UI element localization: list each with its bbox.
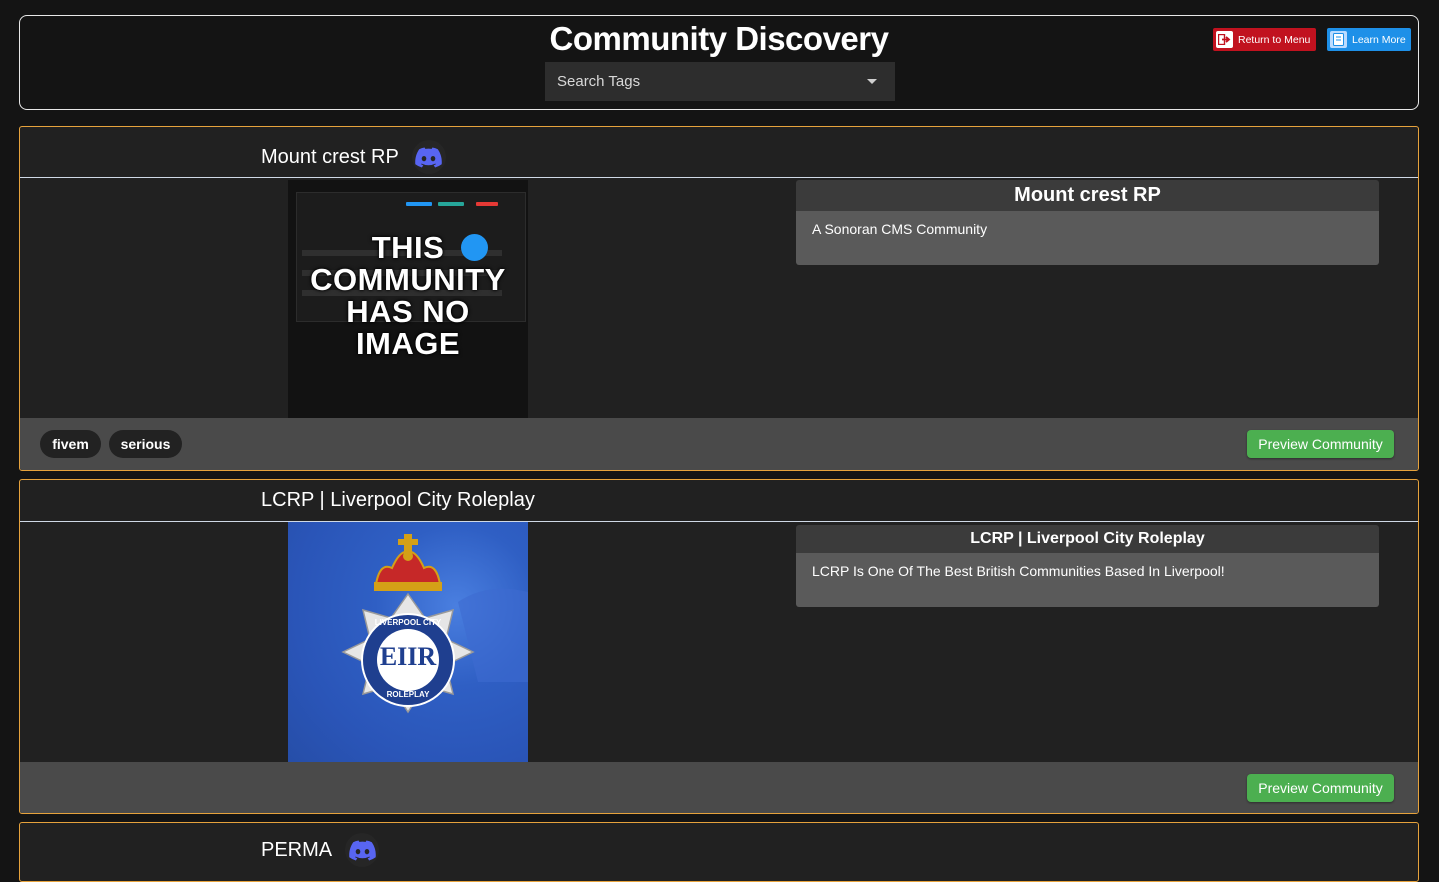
community-name: LCRP | Liverpool City Roleplay [261,489,535,512]
tag-chip[interactable]: serious [109,430,182,458]
learn-more-label: Learn More [1352,33,1406,46]
community-card-body: LIVERPOOL CITY EIIR ROLEPLAY LCRP | Live… [20,522,1418,762]
placeholder-bar [438,202,464,206]
book-icon [1330,31,1347,48]
crest-text-bottom: ROLEPLAY [386,690,430,699]
description-text: LCRP Is One Of The Best British Communit… [796,553,1379,607]
discovery-header: Community Discovery Search Tags Return t… [19,15,1419,110]
community-card-header: LCRP | Liverpool City Roleplay [20,480,1418,522]
community-name: PERMA [261,833,380,867]
learn-more-button[interactable]: Learn More [1327,28,1411,51]
exit-icon [1216,31,1233,48]
dropdown-caret-icon [867,79,877,84]
return-to-menu-button[interactable]: Return to Menu [1213,28,1316,51]
search-tags-select[interactable]: Search Tags [545,62,895,101]
search-tags-placeholder: Search Tags [557,73,641,90]
community-card: PERMA [19,822,1419,882]
discord-icon[interactable] [345,833,380,867]
community-image-placeholder[interactable]: THIS COMMUNITY HAS NO IMAGE [288,180,528,418]
community-card-header: PERMA [20,823,1418,874]
placeholder-bar [406,202,432,206]
tag-chip[interactable]: fivem [40,430,101,458]
description-title: Mount crest RP [796,180,1379,211]
preview-community-button[interactable]: Preview Community [1247,774,1394,802]
community-card: LCRP | Liverpool City Roleplay LIVERPOOL… [19,479,1419,814]
community-logo-image[interactable]: LIVERPOOL CITY EIIR ROLEPLAY [288,522,528,762]
no-image-text: THIS COMMUNITY HAS NO IMAGE [310,230,506,361]
description-title: LCRP | Liverpool City Roleplay [796,525,1379,553]
description-text: A Sonoran CMS Community [796,211,1379,265]
community-card-header: Mount crest RP [20,127,1418,178]
community-card: Mount crest RP THIS COMMUNITY HAS NO IMA… [19,126,1419,471]
community-card-body: THIS COMMUNITY HAS NO IMAGE Mount crest … [20,178,1418,418]
return-to-menu-label: Return to Menu [1238,33,1311,46]
community-card-footer: Preview Community [20,762,1418,813]
community-card-footer: fivem serious Preview Community [20,418,1418,470]
preview-community-button[interactable]: Preview Community [1247,430,1394,458]
community-name-text: LCRP | Liverpool City Roleplay [261,489,535,511]
crest-monogram: EIIR [379,642,437,671]
description-box: Mount crest RP A Sonoran CMS Community [796,180,1379,265]
page-title: Community Discovery [549,20,889,57]
community-name-text: PERMA [261,838,333,861]
crest-text-top: LIVERPOOL CITY [374,618,442,627]
placeholder-bar [476,202,498,206]
community-name-text: Mount crest RP [261,145,399,168]
description-box: LCRP | Liverpool City Roleplay LCRP Is O… [796,525,1379,607]
community-name: Mount crest RP [261,140,446,174]
discord-icon[interactable] [411,140,446,174]
